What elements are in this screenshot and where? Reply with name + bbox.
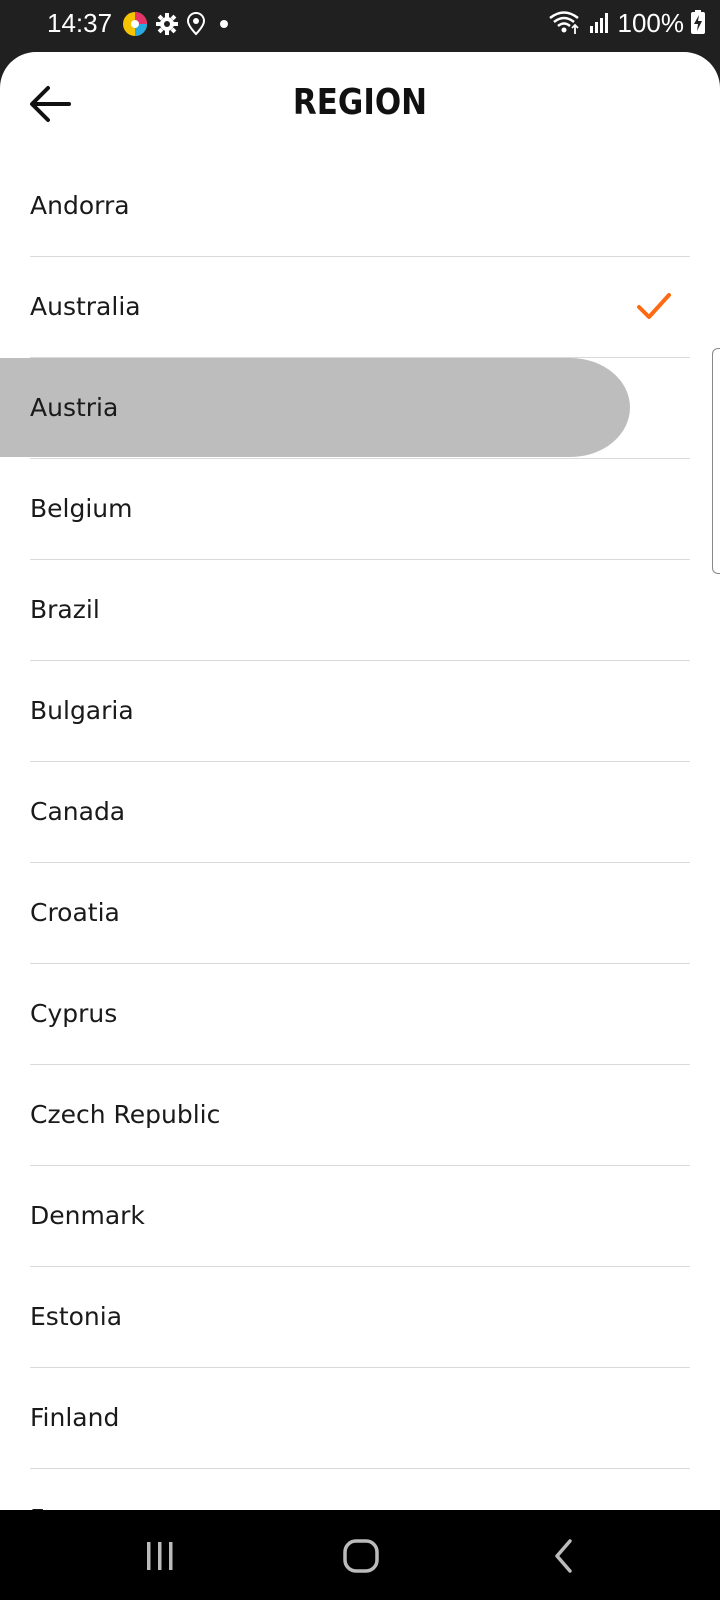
region-label: Estonia [30, 1302, 123, 1331]
region-item-brazil[interactable]: Brazil [0, 560, 720, 661]
region-label: Czech Republic [30, 1100, 221, 1129]
page-title: REGION [292, 82, 428, 123]
home-icon [343, 1539, 379, 1573]
nav-back-button[interactable] [540, 1532, 588, 1580]
status-left-icons [122, 11, 234, 41]
region-item-f[interactable]: F [0, 1469, 720, 1510]
region-label: Canada [30, 797, 126, 826]
region-item-estonia[interactable]: Estonia [0, 1267, 720, 1368]
region-label: Austria [30, 393, 119, 422]
checkmark-icon [637, 293, 671, 319]
battery-charging-icon [690, 9, 706, 39]
region-item-austria[interactable]: Austria [0, 358, 720, 459]
scroll-indicator[interactable] [712, 348, 720, 574]
region-item-canada[interactable]: Canada [0, 762, 720, 863]
navigation-bar [0, 1510, 720, 1600]
region-item-andorra[interactable]: Andorra [0, 156, 720, 257]
app-color-icon [122, 11, 148, 41]
recent-apps-icon [147, 1542, 173, 1570]
region-label: Bulgaria [30, 696, 134, 725]
status-time: 14:37 [47, 8, 113, 38]
region-label: Belgium [30, 494, 133, 523]
region-item-cyprus[interactable]: Cyprus [0, 964, 720, 1065]
region-item-czech-republic[interactable]: Czech Republic [0, 1065, 720, 1166]
dot-icon [214, 14, 234, 38]
settings-icon [156, 13, 178, 39]
recent-apps-button[interactable] [136, 1532, 184, 1580]
status-bar: 14:37 100% [0, 0, 720, 52]
battery-percent: 100% [617, 8, 685, 38]
region-label: Croatia [30, 898, 120, 927]
region-label: Brazil [30, 595, 100, 624]
signal-icon [588, 10, 612, 38]
region-label: Cyprus [30, 999, 118, 1028]
region-list: Andorra Australia Austria Belgium Brazil Bulg… [0, 156, 720, 1510]
region-item-australia[interactable]: Australia [0, 257, 720, 358]
region-item-denmark[interactable]: Denmark [0, 1166, 720, 1267]
region-label: Finland [30, 1403, 120, 1432]
region-item-bulgaria[interactable]: Bulgaria [0, 661, 720, 762]
back-icon [555, 1539, 572, 1573]
region-label: F [30, 1469, 44, 1510]
home-button[interactable] [337, 1532, 385, 1580]
region-label: Andorra [30, 191, 130, 220]
wifi-icon [548, 9, 582, 39]
region-label: Australia [30, 292, 141, 321]
region-item-croatia[interactable]: Croatia [0, 863, 720, 964]
region-item-belgium[interactable]: Belgium [0, 459, 720, 560]
location-icon [186, 11, 206, 40]
header: REGION [0, 52, 720, 156]
status-right: 100% [548, 8, 707, 39]
region-item-finland[interactable]: Finland [0, 1368, 720, 1469]
region-sheet: REGION Andorra Australia Austria Belgium Bra… [0, 52, 720, 1510]
region-label: Denmark [30, 1201, 145, 1230]
